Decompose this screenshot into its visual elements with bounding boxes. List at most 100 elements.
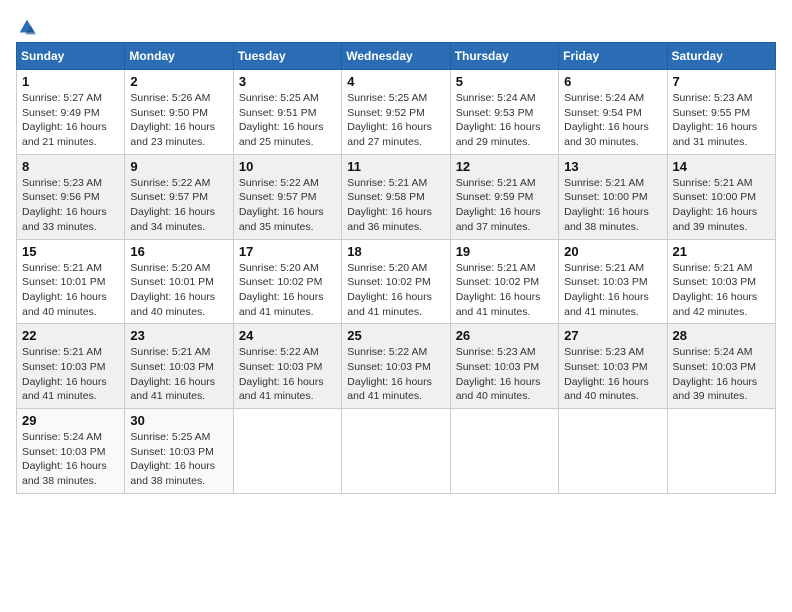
day-info: Sunrise: 5:23 AMSunset: 10:03 PMDaylight…	[564, 345, 661, 404]
day-info: Sunrise: 5:23 AMSunset: 9:55 PMDaylight:…	[673, 91, 770, 150]
calendar-cell: 28 Sunrise: 5:24 AMSunset: 10:03 PMDaylig…	[667, 324, 775, 409]
day-number: 27	[564, 328, 661, 343]
day-number: 11	[347, 159, 444, 174]
calendar-cell	[342, 409, 450, 494]
header	[16, 16, 776, 38]
day-info: Sunrise: 5:22 AMSunset: 10:03 PMDaylight…	[239, 345, 336, 404]
day-info: Sunrise: 5:24 AMSunset: 10:03 PMDaylight…	[22, 430, 119, 489]
calendar-cell: 21Sunrise: 5:21 AMSunset: 10:03 PMDaylig…	[667, 239, 775, 324]
calendar-cell: 6 Sunrise: 5:24 AMSunset: 9:54 PMDaylight…	[559, 70, 667, 155]
day-info: Sunrise: 5:22 AMSunset: 9:57 PMDaylight:…	[130, 176, 227, 235]
day-number: 7	[673, 74, 770, 89]
day-number: 4	[347, 74, 444, 89]
calendar-cell: 19 Sunrise: 5:21 AMSunset: 10:02 PMDaylig…	[450, 239, 558, 324]
calendar-cell: 8 Sunrise: 5:23 AMSunset: 9:56 PMDaylight…	[17, 154, 125, 239]
day-header-saturday: Saturday	[667, 43, 775, 70]
day-info: Sunrise: 5:22 AMSunset: 10:03 PMDaylight…	[347, 345, 444, 404]
calendar-cell: 25 Sunrise: 5:22 AMSunset: 10:03 PMDaylig…	[342, 324, 450, 409]
day-info: Sunrise: 5:23 AMSunset: 9:56 PMDaylight:…	[22, 176, 119, 235]
day-number: 2	[130, 74, 227, 89]
day-number: 9	[130, 159, 227, 174]
calendar-cell: 24 Sunrise: 5:22 AMSunset: 10:03 PMDaylig…	[233, 324, 341, 409]
day-number: 18	[347, 244, 444, 259]
calendar-cell	[667, 409, 775, 494]
day-number: 15	[22, 244, 119, 259]
day-number: 8	[22, 159, 119, 174]
calendar-cell: 20 Sunrise: 5:21 AMSunset: 10:03 PMDaylig…	[559, 239, 667, 324]
day-number: 10	[239, 159, 336, 174]
day-number: 22	[22, 328, 119, 343]
day-info: Sunrise: 5:24 AMSunset: 9:53 PMDaylight:…	[456, 91, 553, 150]
calendar-cell: 7 Sunrise: 5:23 AMSunset: 9:55 PMDaylight…	[667, 70, 775, 155]
day-number: 3	[239, 74, 336, 89]
calendar-cell	[233, 409, 341, 494]
calendar-cell: 10 Sunrise: 5:22 AMSunset: 9:57 PMDayligh…	[233, 154, 341, 239]
calendar-cell: 23 Sunrise: 5:21 AMSunset: 10:03 PMDaylig…	[125, 324, 233, 409]
day-number: 12	[456, 159, 553, 174]
day-info: Sunrise: 5:25 AMSunset: 10:03 PMDaylight…	[130, 430, 227, 489]
day-info: Sunrise: 5:21 AMSunset: 10:03 PMDaylight…	[22, 345, 119, 404]
day-number: 25	[347, 328, 444, 343]
day-info: Sunrise: 5:25 AMSunset: 9:52 PMDaylight:…	[347, 91, 444, 150]
day-info: Sunrise: 5:21 AMSunset: 10:03 PMDaylight…	[673, 261, 770, 320]
day-number: 19	[456, 244, 553, 259]
day-number: 16	[130, 244, 227, 259]
calendar-cell: 14 Sunrise: 5:21 AMSunset: 10:00 PMDaylig…	[667, 154, 775, 239]
day-number: 13	[564, 159, 661, 174]
day-header-wednesday: Wednesday	[342, 43, 450, 70]
calendar-cell: 5Sunrise: 5:24 AMSunset: 9:53 PMDaylight…	[450, 70, 558, 155]
calendar-cell: 16 Sunrise: 5:20 AMSunset: 10:01 PMDaylig…	[125, 239, 233, 324]
day-info: Sunrise: 5:21 AMSunset: 10:03 PMDaylight…	[564, 261, 661, 320]
day-number: 14	[673, 159, 770, 174]
day-number: 23	[130, 328, 227, 343]
calendar-cell: 22 Sunrise: 5:21 AMSunset: 10:03 PMDaylig…	[17, 324, 125, 409]
day-info: Sunrise: 5:23 AMSunset: 10:03 PMDaylight…	[456, 345, 553, 404]
day-info: Sunrise: 5:20 AMSunset: 10:01 PMDaylight…	[130, 261, 227, 320]
day-header-sunday: Sunday	[17, 43, 125, 70]
calendar-cell: 26 Sunrise: 5:23 AMSunset: 10:03 PMDaylig…	[450, 324, 558, 409]
day-info: Sunrise: 5:21 AMSunset: 9:58 PMDaylight:…	[347, 176, 444, 235]
day-info: Sunrise: 5:24 AMSunset: 10:03 PMDaylight…	[673, 345, 770, 404]
calendar: SundayMondayTuesdayWednesdayThursdayFrid…	[16, 42, 776, 494]
calendar-cell: 29 Sunrise: 5:24 AMSunset: 10:03 PMDaylig…	[17, 409, 125, 494]
day-number: 6	[564, 74, 661, 89]
day-number: 30	[130, 413, 227, 428]
calendar-cell: 30 Sunrise: 5:25 AMSunset: 10:03 PMDaylig…	[125, 409, 233, 494]
day-info: Sunrise: 5:21 AMSunset: 10:01 PMDaylight…	[22, 261, 119, 320]
calendar-cell: 18 Sunrise: 5:20 AMSunset: 10:02 PMDaylig…	[342, 239, 450, 324]
day-info: Sunrise: 5:21 AMSunset: 10:03 PMDaylight…	[130, 345, 227, 404]
day-info: Sunrise: 5:21 AMSunset: 10:00 PMDaylight…	[564, 176, 661, 235]
day-info: Sunrise: 5:21 AMSunset: 10:02 PMDaylight…	[456, 261, 553, 320]
calendar-cell: 11 Sunrise: 5:21 AMSunset: 9:58 PMDayligh…	[342, 154, 450, 239]
day-info: Sunrise: 5:26 AMSunset: 9:50 PMDaylight:…	[130, 91, 227, 150]
calendar-cell: 15 Sunrise: 5:21 AMSunset: 10:01 PMDaylig…	[17, 239, 125, 324]
calendar-cell: 3 Sunrise: 5:25 AMSunset: 9:51 PMDaylight…	[233, 70, 341, 155]
day-info: Sunrise: 5:20 AMSunset: 10:02 PMDaylight…	[347, 261, 444, 320]
day-header-tuesday: Tuesday	[233, 43, 341, 70]
day-info: Sunrise: 5:27 AMSunset: 9:49 PMDaylight:…	[22, 91, 119, 150]
day-number: 1	[22, 74, 119, 89]
calendar-cell: 27 Sunrise: 5:23 AMSunset: 10:03 PMDaylig…	[559, 324, 667, 409]
day-header-friday: Friday	[559, 43, 667, 70]
calendar-cell: 17Sunrise: 5:20 AMSunset: 10:02 PMDaylig…	[233, 239, 341, 324]
day-number: 26	[456, 328, 553, 343]
calendar-cell: 1 Sunrise: 5:27 AMSunset: 9:49 PMDaylight…	[17, 70, 125, 155]
day-info: Sunrise: 5:25 AMSunset: 9:51 PMDaylight:…	[239, 91, 336, 150]
day-number: 20	[564, 244, 661, 259]
day-info: Sunrise: 5:21 AMSunset: 10:00 PMDaylight…	[673, 176, 770, 235]
calendar-cell: 13 Sunrise: 5:21 AMSunset: 10:00 PMDaylig…	[559, 154, 667, 239]
calendar-cell	[450, 409, 558, 494]
day-number: 28	[673, 328, 770, 343]
day-info: Sunrise: 5:21 AMSunset: 9:59 PMDaylight:…	[456, 176, 553, 235]
day-number: 17	[239, 244, 336, 259]
day-info: Sunrise: 5:22 AMSunset: 9:57 PMDaylight:…	[239, 176, 336, 235]
day-header-thursday: Thursday	[450, 43, 558, 70]
calendar-cell	[559, 409, 667, 494]
day-number: 29	[22, 413, 119, 428]
day-header-monday: Monday	[125, 43, 233, 70]
logo	[16, 16, 42, 38]
day-number: 24	[239, 328, 336, 343]
calendar-cell: 4 Sunrise: 5:25 AMSunset: 9:52 PMDaylight…	[342, 70, 450, 155]
calendar-cell: 2 Sunrise: 5:26 AMSunset: 9:50 PMDaylight…	[125, 70, 233, 155]
day-info: Sunrise: 5:24 AMSunset: 9:54 PMDaylight:…	[564, 91, 661, 150]
